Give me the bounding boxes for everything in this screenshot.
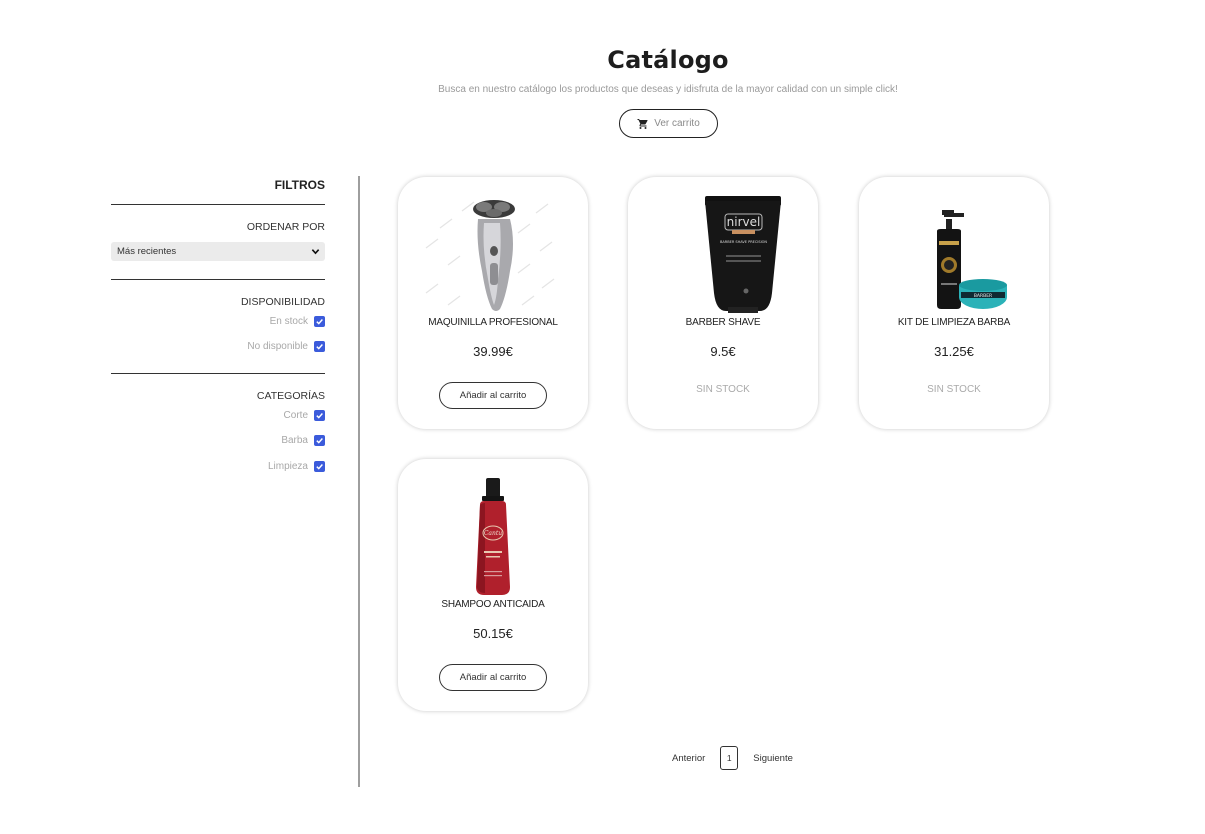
product-price: 9.5€ — [710, 344, 736, 359]
cart-icon — [637, 118, 648, 129]
filters-divider — [111, 204, 325, 205]
limpieza-checkbox[interactable] — [314, 461, 325, 472]
chevron-down-icon — [311, 249, 320, 255]
barba-checkbox[interactable] — [314, 435, 325, 446]
filter-unavailable-label: No disponible — [247, 341, 308, 352]
sort-divider — [111, 279, 325, 280]
view-cart-button[interactable]: Ver carrito — [619, 109, 718, 138]
filter-category-corte[interactable]: Corte — [284, 410, 325, 421]
availability-divider — [111, 373, 325, 374]
product-name: SHAMPOO ANTICAIDA — [441, 599, 545, 610]
filter-category-barba-label: Barba — [281, 435, 308, 446]
add-to-cart-button[interactable]: Añadir al carrito — [439, 382, 547, 409]
out-of-stock-label: SIN STOCK — [696, 384, 750, 395]
add-to-cart-button[interactable]: Añadir al carrito — [439, 664, 547, 691]
pagination-page-1[interactable]: 1 — [720, 746, 739, 770]
svg-text:BARBER: BARBER — [974, 293, 992, 299]
product-price: 50.15€ — [473, 626, 513, 641]
categories-label: CATEGORÍAS — [256, 390, 325, 402]
filter-category-limpieza-label: Limpieza — [267, 461, 308, 472]
svg-text:Cantu: Cantu — [484, 530, 502, 537]
filters-heading: FILTROS — [274, 178, 325, 192]
check-icon — [316, 344, 323, 350]
filter-in-stock-label: En stock — [269, 316, 308, 327]
unavailable-checkbox[interactable] — [314, 341, 325, 352]
corte-checkbox[interactable] — [314, 410, 325, 421]
product-name: KIT DE LIMPIEZA BARBA — [897, 317, 1011, 328]
page-title: Catálogo — [607, 46, 729, 74]
product-card: Cantu SHAMPOO ANTICAIDA 50.15€ Añadir al… — [398, 459, 588, 711]
sort-select[interactable]: Más recientes — [111, 242, 325, 261]
product-price: 31.25€ — [934, 344, 974, 359]
sort-label: ORDENAR POR — [246, 221, 325, 233]
product-image-barber-shave: nirvel BARBER SHAVE PRECISION — [648, 193, 798, 318]
product-name: BARBER SHAVE — [685, 317, 761, 328]
filter-category-corte-label: Corte — [283, 410, 308, 421]
product-name: MAQUINILLA PROFESIONAL — [428, 317, 558, 328]
pagination-previous[interactable]: Anterior — [672, 753, 705, 764]
sidebar-divider — [358, 176, 360, 787]
check-icon — [316, 438, 323, 444]
out-of-stock-label: SIN STOCK — [927, 384, 981, 395]
page-subtitle: Busca en nuestro catálogo los productos … — [438, 84, 898, 95]
product-image-beard-kit: BARBER — [879, 193, 1029, 318]
product-card: nirvel BARBER SHAVE PRECISION BARBER SHA… — [628, 177, 818, 429]
product-image-shaver — [418, 193, 568, 318]
filter-category-barba[interactable]: Barba — [281, 435, 325, 446]
filter-unavailable[interactable]: No disponible — [247, 341, 325, 352]
in-stock-checkbox[interactable] — [314, 316, 325, 327]
product-price: 39.99€ — [473, 344, 513, 359]
product-card: MAQUINILLA PROFESIONAL 39.99€ Añadir al … — [398, 177, 588, 429]
product-image-subtitle: BARBER SHAVE PRECISION — [720, 240, 767, 244]
product-card: BARBER KIT DE LIMPIEZA BARBA 31.25€ SIN … — [859, 177, 1049, 429]
product-image-brand: nirvel — [727, 215, 761, 229]
filter-in-stock[interactable]: En stock — [270, 316, 325, 327]
product-image-shampoo: Cantu — [418, 475, 568, 600]
availability-label: DISPONIBILIDAD — [240, 296, 325, 308]
pagination: Anterior 1 Siguiente — [672, 746, 793, 770]
pagination-next[interactable]: Siguiente — [753, 753, 793, 764]
check-icon — [316, 319, 323, 325]
check-icon — [316, 464, 323, 470]
view-cart-label: Ver carrito — [654, 118, 700, 129]
sort-select-value: Más recientes — [117, 246, 177, 257]
check-icon — [316, 413, 323, 419]
filter-category-limpieza[interactable]: Limpieza — [268, 461, 325, 472]
